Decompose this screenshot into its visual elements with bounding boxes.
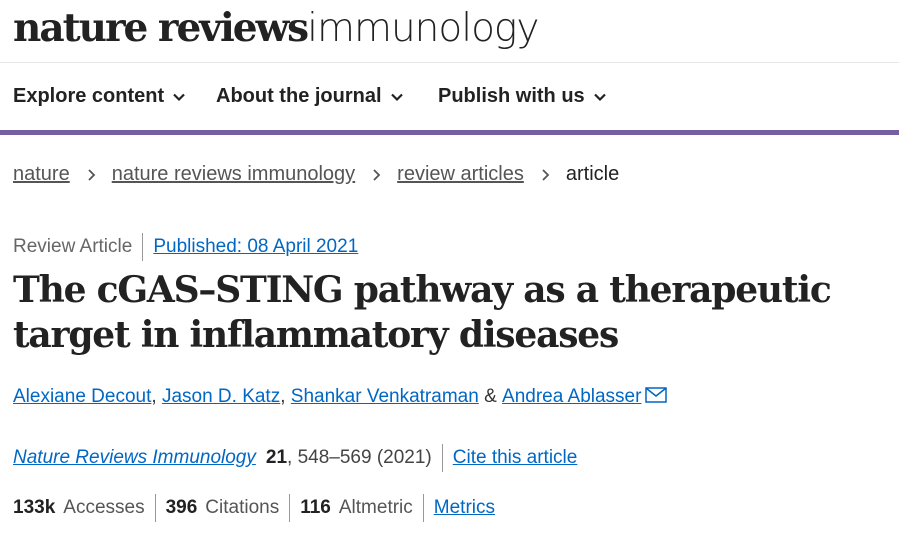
author-link[interactable]: Jason D. Katz bbox=[162, 386, 280, 408]
breadcrumb-link-review-articles[interactable]: review articles bbox=[397, 163, 524, 186]
divider bbox=[422, 494, 424, 522]
article-meta: Review Article Published: 08 April 2021 bbox=[13, 233, 358, 261]
author-link[interactable]: Alexiane Decout bbox=[13, 386, 151, 408]
envelope-icon[interactable] bbox=[645, 387, 668, 403]
citations-count: 396 bbox=[165, 497, 198, 518]
published-date[interactable]: Published: 08 April 2021 bbox=[153, 236, 358, 258]
citations-label: Citations bbox=[205, 497, 280, 518]
nav-explore-content[interactable]: Explore content bbox=[13, 85, 186, 108]
journal-logo[interactable]: nature reviewsimmunology bbox=[13, 4, 539, 53]
breadcrumb-link-nature[interactable]: nature bbox=[13, 163, 70, 186]
metrics-link[interactable]: Metrics bbox=[434, 497, 495, 519]
breadcrumb: nature nature reviews immunology review … bbox=[13, 163, 619, 186]
chevron-down-icon bbox=[593, 93, 606, 101]
divider bbox=[142, 233, 144, 261]
accesses-count: 133k bbox=[13, 497, 56, 518]
article-title: The cGAS–STING pathway as a therapeutic … bbox=[13, 269, 832, 356]
divider bbox=[154, 494, 156, 522]
chevron-right-icon bbox=[373, 168, 381, 181]
nav-explore-content-label: Explore content bbox=[13, 85, 165, 107]
article-type: Review Article bbox=[13, 236, 133, 257]
breadcrumb-current: article bbox=[565, 163, 620, 185]
chevron-right-icon bbox=[88, 168, 95, 181]
citation-line: Nature Reviews Immunology 21, 548–569 (2… bbox=[13, 444, 577, 472]
brand-part-2: immunology bbox=[307, 6, 539, 51]
nav-publish-with-us-label: Publish with us bbox=[438, 85, 585, 107]
chevron-down-icon bbox=[173, 93, 185, 101]
author-separator: , bbox=[280, 386, 291, 407]
divider bbox=[441, 444, 443, 472]
altmetric-score: 116 bbox=[300, 497, 331, 518]
main-nav: Explore content About the journal Publis… bbox=[0, 63, 899, 135]
nav-about-journal[interactable]: About the journal bbox=[216, 85, 404, 108]
nav-publish-with-us[interactable]: Publish with us bbox=[438, 85, 607, 108]
chevron-right-icon bbox=[542, 168, 550, 181]
site-header: nature reviewsimmunology bbox=[0, 0, 899, 63]
author-separator: , bbox=[151, 386, 162, 407]
author-separator: & bbox=[478, 386, 503, 407]
pages-year: , 548–569 (2021) bbox=[287, 447, 432, 468]
brand-part-1: nature reviews bbox=[13, 5, 309, 51]
breadcrumb-link-journal[interactable]: nature reviews immunology bbox=[112, 163, 355, 186]
author-list: Alexiane Decout, Jason D. Katz, Shankar … bbox=[13, 386, 668, 408]
chevron-down-icon bbox=[390, 93, 403, 101]
metrics-bar: 133k Accesses 396 Citations 116 Altmetri… bbox=[13, 494, 495, 522]
journal-link[interactable]: Nature Reviews Immunology bbox=[13, 447, 256, 469]
nav-about-journal-label: About the journal bbox=[216, 85, 382, 107]
author-link[interactable]: Andrea Ablasser bbox=[502, 386, 641, 408]
volume: 21 bbox=[265, 447, 288, 468]
cite-article-link[interactable]: Cite this article bbox=[453, 447, 578, 469]
author-link[interactable]: Shankar Venkatraman bbox=[291, 386, 479, 408]
altmetric-label: Altmetric bbox=[338, 497, 413, 518]
accesses-label: Accesses bbox=[63, 497, 145, 518]
divider bbox=[289, 494, 291, 522]
